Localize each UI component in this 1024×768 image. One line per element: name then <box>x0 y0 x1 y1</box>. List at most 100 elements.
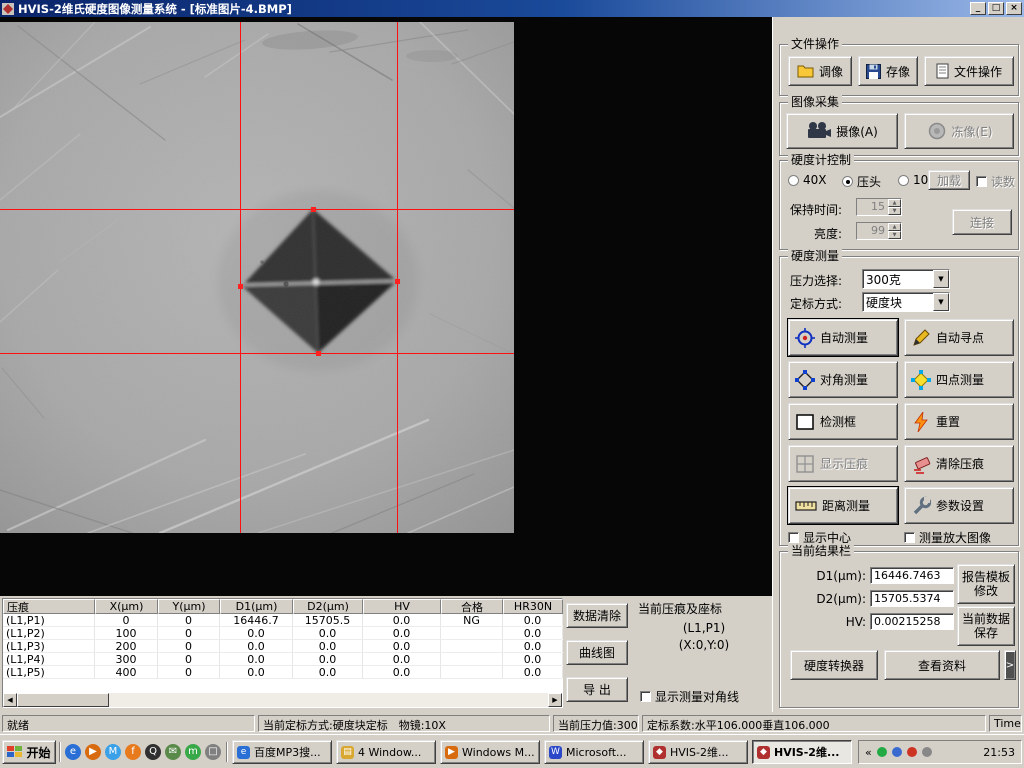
result-group-title: 当前结果栏 <box>788 544 854 558</box>
show-diagonal-checkbox[interactable]: 显示测量对角线 <box>640 688 739 705</box>
task-button-baidu[interactable]: e百度MP3搜... <box>232 740 332 764</box>
show-desktop-icon[interactable]: □ <box>205 744 221 760</box>
scrollbar-track[interactable] <box>109 693 548 707</box>
freeze-image-button[interactable]: 冻像(E) <box>904 113 1014 149</box>
scroll-left-icon[interactable]: ◀ <box>3 693 17 707</box>
table-row[interactable]: (L1,P1) 0 0 16446.7 15705.5 0.0 NG 0.0 <box>3 614 562 627</box>
qq-icon[interactable]: Q <box>145 744 161 760</box>
firefox-icon[interactable]: f <box>125 744 141 760</box>
mail-icon[interactable]: ✉ <box>165 744 181 760</box>
column-header-hv[interactable]: HV <box>363 599 441 614</box>
detect-frame-button[interactable]: 检测框 <box>788 403 898 440</box>
read-checkbox[interactable]: 读数 <box>976 173 1015 190</box>
close-button[interactable]: × <box>1006 2 1022 15</box>
load-button[interactable]: 加载 <box>928 170 970 190</box>
radio-40x[interactable]: 40X <box>788 173 827 187</box>
clear-indent-icon <box>911 454 931 474</box>
hardness-converter-button[interactable]: 硬度转换器 <box>790 650 878 680</box>
msn-icon[interactable]: M <box>105 744 121 760</box>
hvis-app-icon: ◆ <box>757 746 770 759</box>
column-header-y[interactable]: Y(μm) <box>158 599 220 614</box>
minimize-button[interactable]: _ <box>970 2 986 15</box>
brightness-spinner[interactable]: 99 ▲▼ <box>856 222 902 240</box>
media-player-icon[interactable]: ▶ <box>85 744 101 760</box>
hold-up-arrow-icon[interactable]: ▲ <box>888 199 901 207</box>
d2-value-field[interactable]: 15705.5374 <box>870 590 954 607</box>
hold-time-spinner[interactable]: 15 ▲▼ <box>856 198 902 216</box>
taskbar-divider <box>59 742 61 762</box>
task-button-hvis-2[interactable]: ◆HVIS-2维... <box>752 740 852 764</box>
export-button[interactable]: 导 出 <box>566 677 628 702</box>
media-player-icon: ▶ <box>445 746 458 759</box>
start-button[interactable]: 开始 <box>2 740 56 764</box>
d1-value-field[interactable]: 16446.7463 <box>870 567 954 584</box>
hold-down-arrow-icon[interactable]: ▼ <box>888 207 901 215</box>
system-tray: « 21:53 <box>858 740 1022 764</box>
distance-measure-button[interactable]: 距离测量 <box>788 487 898 524</box>
task-button-media-player[interactable]: ▶Windows M... <box>440 740 540 764</box>
parameter-settings-button[interactable]: 参数设置 <box>904 487 1014 524</box>
column-header-d1[interactable]: D1(μm) <box>220 599 293 614</box>
auto-find-button[interactable]: 自动寻点 <box>904 319 1014 356</box>
task-button-microsoft[interactable]: WMicrosoft... <box>544 740 644 764</box>
column-header-d2[interactable]: D2(μm) <box>293 599 363 614</box>
brightness-down-arrow-icon[interactable]: ▼ <box>888 231 901 239</box>
force-select-combo[interactable]: 300克 ▼ <box>862 269 950 289</box>
volume-icon[interactable] <box>922 747 932 757</box>
task-button-windows-group[interactable]: ▤4 Window... <box>336 740 436 764</box>
save-data-button[interactable]: 当前数据 保存 <box>957 606 1015 646</box>
microscope-image-area[interactable] <box>0 17 772 596</box>
calib-mode-combo[interactable]: 硬度块 ▼ <box>862 292 950 312</box>
radio-indenter[interactable]: 压头 <box>842 173 881 190</box>
auto-measure-button[interactable]: 自动测量 <box>788 319 898 356</box>
connect-button[interactable]: 连接 <box>952 209 1012 235</box>
maximize-button[interactable]: □ <box>988 2 1004 15</box>
scroll-right-icon[interactable]: ▶ <box>548 693 562 707</box>
hold-time-label: 保持时间: <box>790 201 842 218</box>
hv-value-field[interactable]: 0.00215258 <box>870 613 954 630</box>
brightness-up-arrow-icon[interactable]: ▲ <box>888 223 901 231</box>
show-indent-icon <box>795 454 815 474</box>
task-button-hvis-1[interactable]: ◆HVIS-2维... <box>648 740 748 764</box>
force-combo-arrow-icon[interactable]: ▼ <box>933 270 949 288</box>
adjust-image-button[interactable]: 调像 <box>788 56 852 86</box>
update-tray-icon[interactable] <box>907 747 917 757</box>
view-docs-button[interactable]: 查看资料 <box>884 650 1000 680</box>
calib-combo-arrow-icon[interactable]: ▼ <box>933 293 949 311</box>
four-point-measure-button[interactable]: 四点测量 <box>904 361 1014 398</box>
antivirus-tray-icon[interactable] <box>877 747 887 757</box>
show-indent-button[interactable]: 显示压痕 <box>788 445 898 482</box>
tray-chevron-icon[interactable]: « <box>865 746 872 759</box>
reset-icon <box>911 412 931 432</box>
save-image-button[interactable]: 存像 <box>858 56 918 86</box>
more-button[interactable]: > <box>1004 650 1016 680</box>
taskbar: 开始 e ▶ M f Q ✉ m □ e百度MP3搜... ▤4 Window.… <box>0 734 1024 768</box>
show-diagonal-checkbox-box <box>640 691 651 702</box>
messenger-icon[interactable]: m <box>185 744 201 760</box>
clock[interactable]: 21:53 <box>983 746 1015 759</box>
column-header-x[interactable]: X(μm) <box>95 599 158 614</box>
live-video-button[interactable]: 摄像(A) <box>786 113 898 149</box>
column-header-indent[interactable]: 压痕 <box>3 599 95 614</box>
ie-icon[interactable]: e <box>65 744 81 760</box>
column-header-pass[interactable]: 合格 <box>441 599 503 614</box>
network-tray-icon[interactable] <box>892 747 902 757</box>
diagonal-measure-button[interactable]: 对角测量 <box>788 361 898 398</box>
clear-indent-button[interactable]: 清除压痕 <box>904 445 1014 482</box>
indentation-image[interactable] <box>0 22 514 533</box>
ie-icon: e <box>237 746 250 759</box>
column-header-hr30n[interactable]: HR30N <box>503 599 563 614</box>
table-row[interactable]: (L1,P3) 200 0 0.0 0.0 0.0 0.0 <box>3 640 562 653</box>
table-horizontal-scrollbar[interactable]: ◀ ▶ <box>3 693 562 707</box>
curve-graph-button[interactable]: 曲线图 <box>566 640 628 665</box>
table-row[interactable]: (L1,P2) 100 0 0.0 0.0 0.0 0.0 <box>3 627 562 640</box>
file-operations-button[interactable]: 文件操作 <box>924 56 1014 86</box>
measure-zoom-checkbox[interactable]: 测量放大图像 <box>904 529 991 546</box>
table-row[interactable]: (L1,P5) 400 0 0.0 0.0 0.0 0.0 <box>3 666 562 679</box>
reset-button[interactable]: 重置 <box>904 403 1014 440</box>
report-template-button[interactable]: 报告模板 修改 <box>957 564 1015 604</box>
clear-data-button[interactable]: 数据清除 <box>566 603 628 628</box>
table-row[interactable]: (L1,P4) 300 0 0.0 0.0 0.0 0.0 <box>3 653 562 666</box>
read-checkbox-box <box>976 176 987 187</box>
scrollbar-thumb[interactable] <box>17 693 109 707</box>
